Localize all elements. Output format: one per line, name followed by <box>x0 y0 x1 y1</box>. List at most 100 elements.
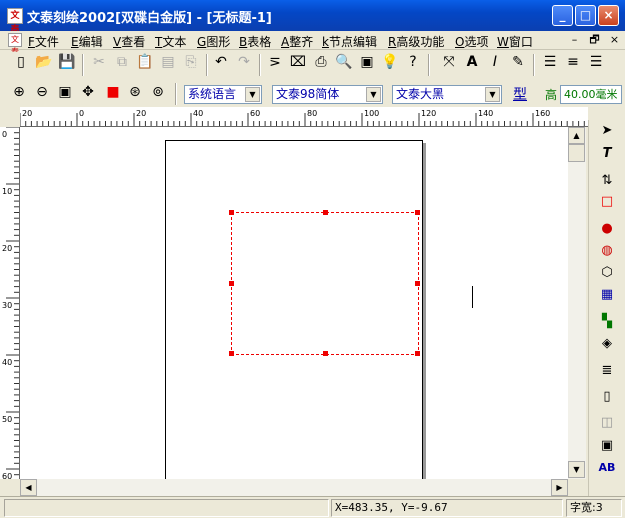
mdi-close-button[interactable]: × <box>607 33 622 47</box>
scroll-right-icon[interactable]: ▶ <box>551 479 568 496</box>
export-icon[interactable]: ⌧ <box>287 52 309 74</box>
horizontal-scrollbar[interactable]: ◀ ▶ <box>20 479 568 496</box>
text-tool-icon[interactable]: T <box>596 143 618 165</box>
paste-icon[interactable]: 📋 <box>134 52 156 74</box>
selection-handle[interactable] <box>415 351 420 356</box>
outline-tool-icon[interactable]: ◍ <box>596 240 618 262</box>
ruler-tick-label: 20 <box>136 109 146 118</box>
menu-advanced[interactable]: R高级功能 <box>388 33 444 50</box>
drawing-toolbox: ➤ T ⇅ □ ● ◍ ⬡ ▦ ▚ ◈ ≣ ▯ ◫ ▣ AB <box>588 120 625 496</box>
font-style-button[interactable]: 型 <box>513 84 527 104</box>
new-file-icon[interactable]: ▯ <box>10 52 32 74</box>
window-title: 文泰刻绘2002[双碟白金版] - [无标题-1] <box>27 11 272 26</box>
selection-handle[interactable] <box>323 210 328 215</box>
chinese-font-combo[interactable]: 文泰98简体 ▼ <box>272 85 383 104</box>
selection-handle[interactable] <box>229 281 234 286</box>
zoom-selection-icon[interactable]: ■ <box>102 82 124 104</box>
print-preview-icon[interactable]: 🔍 <box>333 52 355 74</box>
cut-icon[interactable]: ✂ <box>88 52 110 74</box>
align-left-icon[interactable]: ☰ <box>539 52 561 74</box>
mdi-restore-button[interactable]: 🗗 <box>587 33 602 47</box>
menu-node-edit[interactable]: k节点编辑 <box>322 33 377 50</box>
close-button[interactable]: × <box>598 5 619 26</box>
scroll-down-icon[interactable]: ▼ <box>568 461 585 478</box>
import-icon[interactable]: ⋝ <box>264 52 286 74</box>
menu-align[interactable]: A整齐 <box>281 33 313 50</box>
selection-box[interactable] <box>229 210 420 356</box>
ruler-corner <box>0 107 20 127</box>
menu-bar: 文泰 F文件 E编辑 V查看 T文本 G图形 B表格 A整齐 k节点编辑 R高级… <box>0 31 625 56</box>
select-arrow-icon[interactable]: ➤ <box>596 120 618 142</box>
menu-edit[interactable]: E编辑 <box>71 33 103 50</box>
zoom-in-icon[interactable]: ⊕ <box>8 82 30 104</box>
selection-handle[interactable] <box>323 351 328 356</box>
table-tool-icon[interactable]: ▦ <box>596 284 618 306</box>
zoom-actual-icon[interactable]: ⊚ <box>147 82 169 104</box>
vertical-scrollbar[interactable]: ▲ ▼ <box>568 127 586 479</box>
selection-handle[interactable] <box>229 351 234 356</box>
align-right-icon[interactable]: ☰ <box>585 52 607 74</box>
english-font-combo[interactable]: 文泰大黑 ▼ <box>392 85 502 104</box>
scroll-up-icon[interactable]: ▲ <box>568 127 585 144</box>
print-icon[interactable]: ⎙ <box>310 52 332 74</box>
copy-icon[interactable]: ⧉ <box>111 52 133 74</box>
chevron-down-icon[interactable]: ▼ <box>366 87 381 102</box>
zoom-page-icon[interactable]: ▣ <box>54 82 76 104</box>
open-file-icon[interactable]: 📂 <box>33 52 55 74</box>
chevron-down-icon[interactable]: ▼ <box>485 87 500 102</box>
menu-text[interactable]: T文本 <box>155 33 186 50</box>
vertical-text-icon[interactable]: ⇅ <box>596 170 618 192</box>
zoom-out-icon[interactable]: ⊖ <box>31 82 53 104</box>
maximize-button[interactable]: □ <box>575 5 596 26</box>
tip-bulb-icon[interactable]: 💡 <box>379 52 401 74</box>
document-lines-icon[interactable]: ≣ <box>596 360 618 382</box>
color-palette-icon[interactable]: ▚ <box>596 311 618 333</box>
pan-icon[interactable]: ✥ <box>77 82 99 104</box>
mdi-minimize-button[interactable]: – <box>567 33 582 47</box>
selection-handle[interactable] <box>415 281 420 286</box>
minimize-button[interactable]: _ <box>552 5 573 26</box>
scroll-thumb[interactable] <box>568 144 585 162</box>
rectangle-tool-icon[interactable]: □ <box>596 191 618 213</box>
image-tool-icon[interactable]: ▣ <box>596 435 618 457</box>
standard-toolbar: ▯ 📂 💾 ✂ ⧉ 📋 ▤ ⎘ ↶ ↷ ⋝ ⌧ ⎙ 🔍 ▣ 💡 ? ⤧ A I … <box>0 52 625 80</box>
italic-icon[interactable]: I <box>484 52 506 74</box>
ruler-tick-label: 40 <box>193 109 203 118</box>
save-icon[interactable]: 💾 <box>56 52 78 74</box>
help-icon[interactable]: ? <box>402 52 424 74</box>
text-frame-icon[interactable]: A <box>461 52 483 74</box>
vertical-ruler: 010203040506070 <box>0 127 20 479</box>
paint-bucket-icon[interactable]: ◈ <box>596 333 618 355</box>
redo-icon[interactable]: ↷ <box>233 52 255 74</box>
menu-table[interactable]: B表格 <box>239 33 271 50</box>
undo-icon[interactable]: ↶ <box>210 52 232 74</box>
align-center-icon[interactable]: ≡ <box>562 52 584 74</box>
clone-icon[interactable]: ⎘ <box>180 52 202 74</box>
layers-icon[interactable]: ◫ <box>596 412 618 434</box>
ruler-tick-label: 60 <box>250 109 260 118</box>
edit-text-icon[interactable]: ✎ <box>507 52 529 74</box>
paste-special-icon[interactable]: ▤ <box>157 52 179 74</box>
menu-window[interactable]: W窗口 <box>497 33 533 50</box>
language-combo[interactable]: 系统语言 ▼ <box>184 85 262 104</box>
fill-tool-icon[interactable]: ● <box>596 218 618 240</box>
drawing-canvas[interactable] <box>20 127 568 479</box>
ruler-tick-label: 100 <box>364 109 379 118</box>
node-tool-icon[interactable]: ⤧ <box>438 52 460 74</box>
document-icon[interactable]: 文泰 <box>8 33 22 56</box>
zoom-all-icon[interactable]: ⊛ <box>124 82 146 104</box>
font-replace-icon[interactable]: AB <box>596 457 618 479</box>
height-input[interactable]: 40.00毫米 <box>560 85 622 104</box>
shape-tool-icon[interactable]: ⬡ <box>596 262 618 284</box>
scroll-left-icon[interactable]: ◀ <box>20 479 37 496</box>
menu-file[interactable]: F文件 <box>28 33 59 50</box>
chevron-down-icon[interactable]: ▼ <box>245 87 260 102</box>
selection-handle[interactable] <box>229 210 234 215</box>
menu-options[interactable]: O选项 <box>455 33 488 50</box>
ruler-tick-label: 60 <box>2 472 12 479</box>
plot-output-icon[interactable]: ▣ <box>356 52 378 74</box>
selection-handle[interactable] <box>415 210 420 215</box>
menu-view[interactable]: V查看 <box>113 33 145 50</box>
menu-graphics[interactable]: G图形 <box>197 33 230 50</box>
page-tool-icon[interactable]: ▯ <box>596 386 618 408</box>
